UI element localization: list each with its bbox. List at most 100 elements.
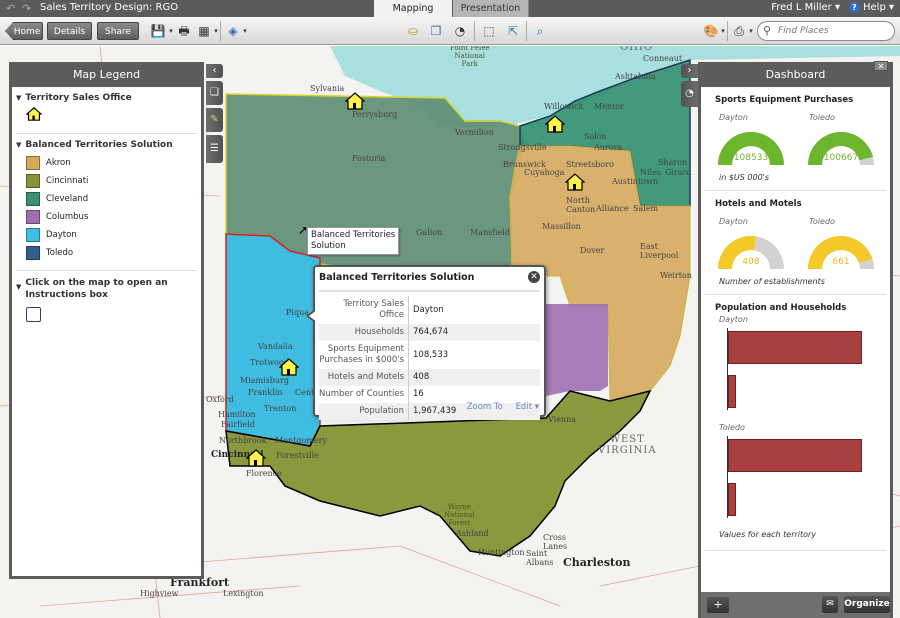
legend-section-territories[interactable]: ▼ Balanced Territories Solution [12,134,201,150]
popup-row-value: 1,967,439 [413,406,457,416]
sports-gauge-value-dayton: 108533 [733,153,769,163]
zoom-to-link[interactable]: Zoom To [467,402,503,412]
sports-note: in $US 000's [719,173,770,182]
legend-list-icon[interactable]: ☰ [206,135,223,163]
map-label-charleston: Charleston [563,556,631,569]
map-label-franklin: Franklin [248,388,283,397]
sales-office-dayton-icon[interactable] [279,358,299,376]
redo-icon[interactable]: ↷ [22,2,31,15]
map-label-highview: Highview [140,589,179,598]
select-icon[interactable]: ⬚ [481,23,497,39]
popup-row-value: 764,674 [413,327,449,337]
map-label-cross-lanes: Cross Lanes [543,533,568,551]
edit-icon[interactable]: ✎ [206,108,223,132]
hotels-note: Number of establishments [719,277,825,286]
toolbar-separator [526,21,527,41]
map-label-dover: Dover [580,246,605,255]
map-label-mentor: Mentor [594,102,624,111]
legend-item-cincinnati: Cincinnati [12,172,201,190]
map-label-streetsboro: Streetsboro [566,160,614,169]
undo-icon[interactable]: ↶ [6,2,15,15]
layers-icon[interactable]: ❏ [206,81,223,105]
legend-item-label: Akron [46,158,71,168]
layer-style-dropdown-icon[interactable]: ▾ [237,23,253,39]
instructions-box-icon[interactable] [26,307,41,322]
add-data-icon[interactable]: ⛀ [405,23,421,39]
map-label-miamisburg: Miamisburg [240,376,289,385]
popup-actions: Zoom To Edit ▾ [457,402,539,412]
close-dashboard-icon[interactable]: ✕ [874,61,888,71]
sales-office-toledo-icon[interactable] [345,92,365,110]
palette-dropdown-icon[interactable]: ▾ [715,23,731,39]
find-places-input[interactable]: ⚲ Find Places [757,21,895,41]
basemap-dropdown-icon[interactable]: ▾ [208,23,224,39]
map-label-north-canton: North Canton [566,196,596,214]
close-icon[interactable]: ✕ [528,271,540,283]
user-menu[interactable]: Fred L Miller ▾ [771,2,840,13]
legend-swatch [26,156,40,170]
map-label-niles: Niles [640,168,661,177]
popup-row: Households 764,674 [319,324,540,341]
add-widget-button[interactable]: + [707,597,729,613]
bar-dayton-population [728,331,862,364]
map-label-forestville: Forestville [276,451,319,460]
legend-section-territories-label: Balanced Territories Solution [25,140,173,150]
tab-mapping[interactable]: Mapping [374,0,452,18]
map-label-oxford: Oxford [206,395,234,404]
bar-dayton-households [728,375,737,408]
gauge-tool-icon[interactable]: ◔ [681,81,698,107]
popup-row: Number of Counties 16 [319,386,540,403]
sales-office-akron-icon[interactable] [565,173,585,191]
map-label-salem: Salem [633,204,659,213]
legend-section-instructions[interactable]: ▼ Click on the map to open an Instruction… [12,271,201,301]
dashboard-panel: Dashboard ✕ Sports Equipment Purchases D… [698,61,893,618]
bar-group-label-toledo: Toledo [719,423,745,432]
map-label-east-liverpool: East Liverpool [640,242,679,260]
legend-swatch [26,228,40,242]
map-label-sharon: Sharon [658,158,688,167]
legend-section-instructions-label: Click on the map to open an Instructions… [25,278,168,300]
bar-group-label-dayton: Dayton [719,315,748,324]
gauge-label-toledo: Toledo [809,217,835,226]
bar-toledo-households [728,483,737,516]
map-label-montgomery: Montgomery [275,436,327,445]
gauge-label-dayton: Dayton [719,217,748,226]
map-label-northbrook: Northbrook [219,436,267,445]
copy-icon[interactable]: ❐ [428,23,444,39]
help-menu[interactable]: ? Help ▾ [848,2,894,13]
print-icon[interactable]: 🖶 [176,23,192,39]
home-button[interactable]: Home [5,22,43,40]
map-legend-panel: Map Legend ▼ Territory Sales Office ▼ Bala… [9,62,204,579]
popup-row-key: Population [319,403,409,420]
territory-columbus[interactable] [546,304,608,396]
map-label-weirton: Weirton [660,271,692,280]
map-label-ashland: Ashland [456,529,489,538]
popup-row: Territory Sales Office Dayton [319,296,540,324]
gauge-label-toledo: Toledo [809,113,835,122]
tab-presentation[interactable]: Presentation [453,0,529,18]
legend-item-toledo: Toledo [12,244,201,262]
collapse-legend-button[interactable]: ‹ [206,64,223,78]
left-side-toolstrip: ‹ ❏ ✎ ☰ [206,64,223,166]
map-label-conneaut: Conneaut [643,54,683,63]
map-label-sylvania: Sylvania [310,84,345,93]
feature-popup: Balanced Territories Solution ✕ Territor… [306,265,546,420]
map-label-trenton: Trenton [264,404,297,413]
organize-button[interactable]: Organize [844,596,890,613]
sales-office-cleveland-icon[interactable] [545,115,565,133]
map-label-huntington: Huntington [478,548,525,557]
comment-icon[interactable]: ✉ [822,596,838,613]
legend-section-office[interactable]: ▼ Territory Sales Office [12,87,201,103]
sales-office-cincinnati-icon[interactable] [246,449,266,467]
toolbar-separator [220,21,221,41]
gauge-icon[interactable]: ◔ [452,23,468,39]
popup-row-value: 408 [413,372,430,382]
export-icon[interactable]: ⇱ [505,23,521,39]
share-button[interactable]: Share [97,22,139,40]
map-label-point-pelee: Point Pelee National Park [450,46,490,68]
zoom-select-icon[interactable]: ⌕ [532,23,548,39]
edit-link[interactable]: Edit ▾ [516,402,539,412]
details-button[interactable]: Details [47,22,92,40]
legend-item-label: Cincinnati [46,176,89,186]
collapse-dashboard-button[interactable]: › [681,64,698,78]
